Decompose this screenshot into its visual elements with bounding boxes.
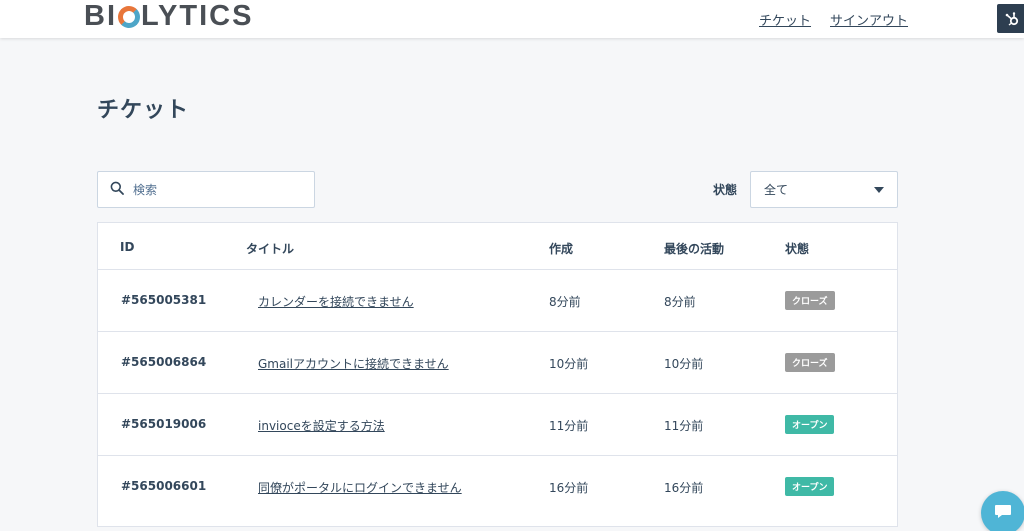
- ticket-title-link[interactable]: 同僚がポータルにログインできません: [258, 479, 462, 496]
- ticket-id: #565019006: [121, 417, 207, 431]
- ticket-created: 10分前: [549, 357, 589, 371]
- status-badge: オープン: [785, 477, 835, 496]
- ticket-created: 8分前: [549, 295, 581, 309]
- ticket-title-link[interactable]: カレンダーを接続できません: [258, 293, 414, 310]
- status-filter-value: 全て: [764, 183, 789, 197]
- table-header: ID タイトル 作成 最後の活動 状態: [98, 223, 897, 270]
- ticket-created: 16分前: [549, 481, 589, 495]
- status-badge: クローズ: [785, 291, 835, 310]
- status-badge: オープン: [785, 415, 835, 434]
- ticket-last-activity: 8分前: [664, 295, 696, 309]
- tickets-table: ID タイトル 作成 最後の活動 状態 #565005381 カレンダーを接続で…: [97, 222, 898, 527]
- status-filter-dropdown[interactable]: 全て: [750, 171, 898, 208]
- ticket-last-activity: 10分前: [664, 357, 704, 371]
- ticket-created: 11分前: [549, 419, 589, 433]
- table-row: #565005381 カレンダーを接続できません 8分前 8分前 クローズ: [98, 270, 897, 332]
- table-row: #565019006 invioceを設定する方法 11分前 11分前 オープン: [98, 394, 897, 456]
- search-icon: [110, 180, 124, 199]
- logo-suffix: LYTICS: [141, 0, 254, 32]
- logo-g-mark: [118, 6, 140, 28]
- column-header-status[interactable]: 状態: [785, 240, 809, 257]
- status-filter-label: 状態: [713, 183, 738, 197]
- ticket-id: #565006864: [121, 355, 207, 369]
- search-input[interactable]: [133, 182, 303, 197]
- column-header-last-activity[interactable]: 最後の活動: [664, 240, 724, 257]
- table-row: #565006864 Gmailアカウントに接続できません 10分前 10分前 …: [98, 332, 897, 394]
- ticket-title-link[interactable]: invioceを設定する方法: [258, 417, 385, 434]
- top-navbar: BI LYTICS チケット サインアウト: [0, 0, 1024, 38]
- nav-signout-link[interactable]: サインアウト: [830, 10, 908, 29]
- ticket-last-activity: 11分前: [664, 419, 704, 433]
- ticket-title-link[interactable]: Gmailアカウントに接続できません: [258, 355, 449, 372]
- chevron-down-icon: [874, 187, 884, 193]
- chat-icon: [993, 501, 1013, 525]
- ticket-id: #565006601: [121, 479, 207, 493]
- ticket-last-activity: 16分前: [664, 481, 704, 495]
- chat-launcher-button[interactable]: [981, 491, 1024, 531]
- table-row: #565006601 同僚がポータルにログインできません 16分前 16分前 オ…: [98, 456, 897, 518]
- status-badge: クローズ: [785, 353, 835, 372]
- ticket-id: #565005381: [121, 293, 207, 307]
- hubspot-icon[interactable]: [997, 4, 1024, 33]
- column-header-id[interactable]: ID: [120, 240, 134, 254]
- page-title: チケット: [97, 98, 190, 123]
- column-header-title[interactable]: タイトル: [246, 240, 294, 257]
- nav-tickets-link[interactable]: チケット: [759, 10, 811, 29]
- logo-prefix: BI: [84, 0, 117, 32]
- search-box[interactable]: [97, 171, 315, 208]
- column-header-created[interactable]: 作成: [549, 240, 573, 257]
- biglytics-logo[interactable]: BI LYTICS: [84, 0, 254, 32]
